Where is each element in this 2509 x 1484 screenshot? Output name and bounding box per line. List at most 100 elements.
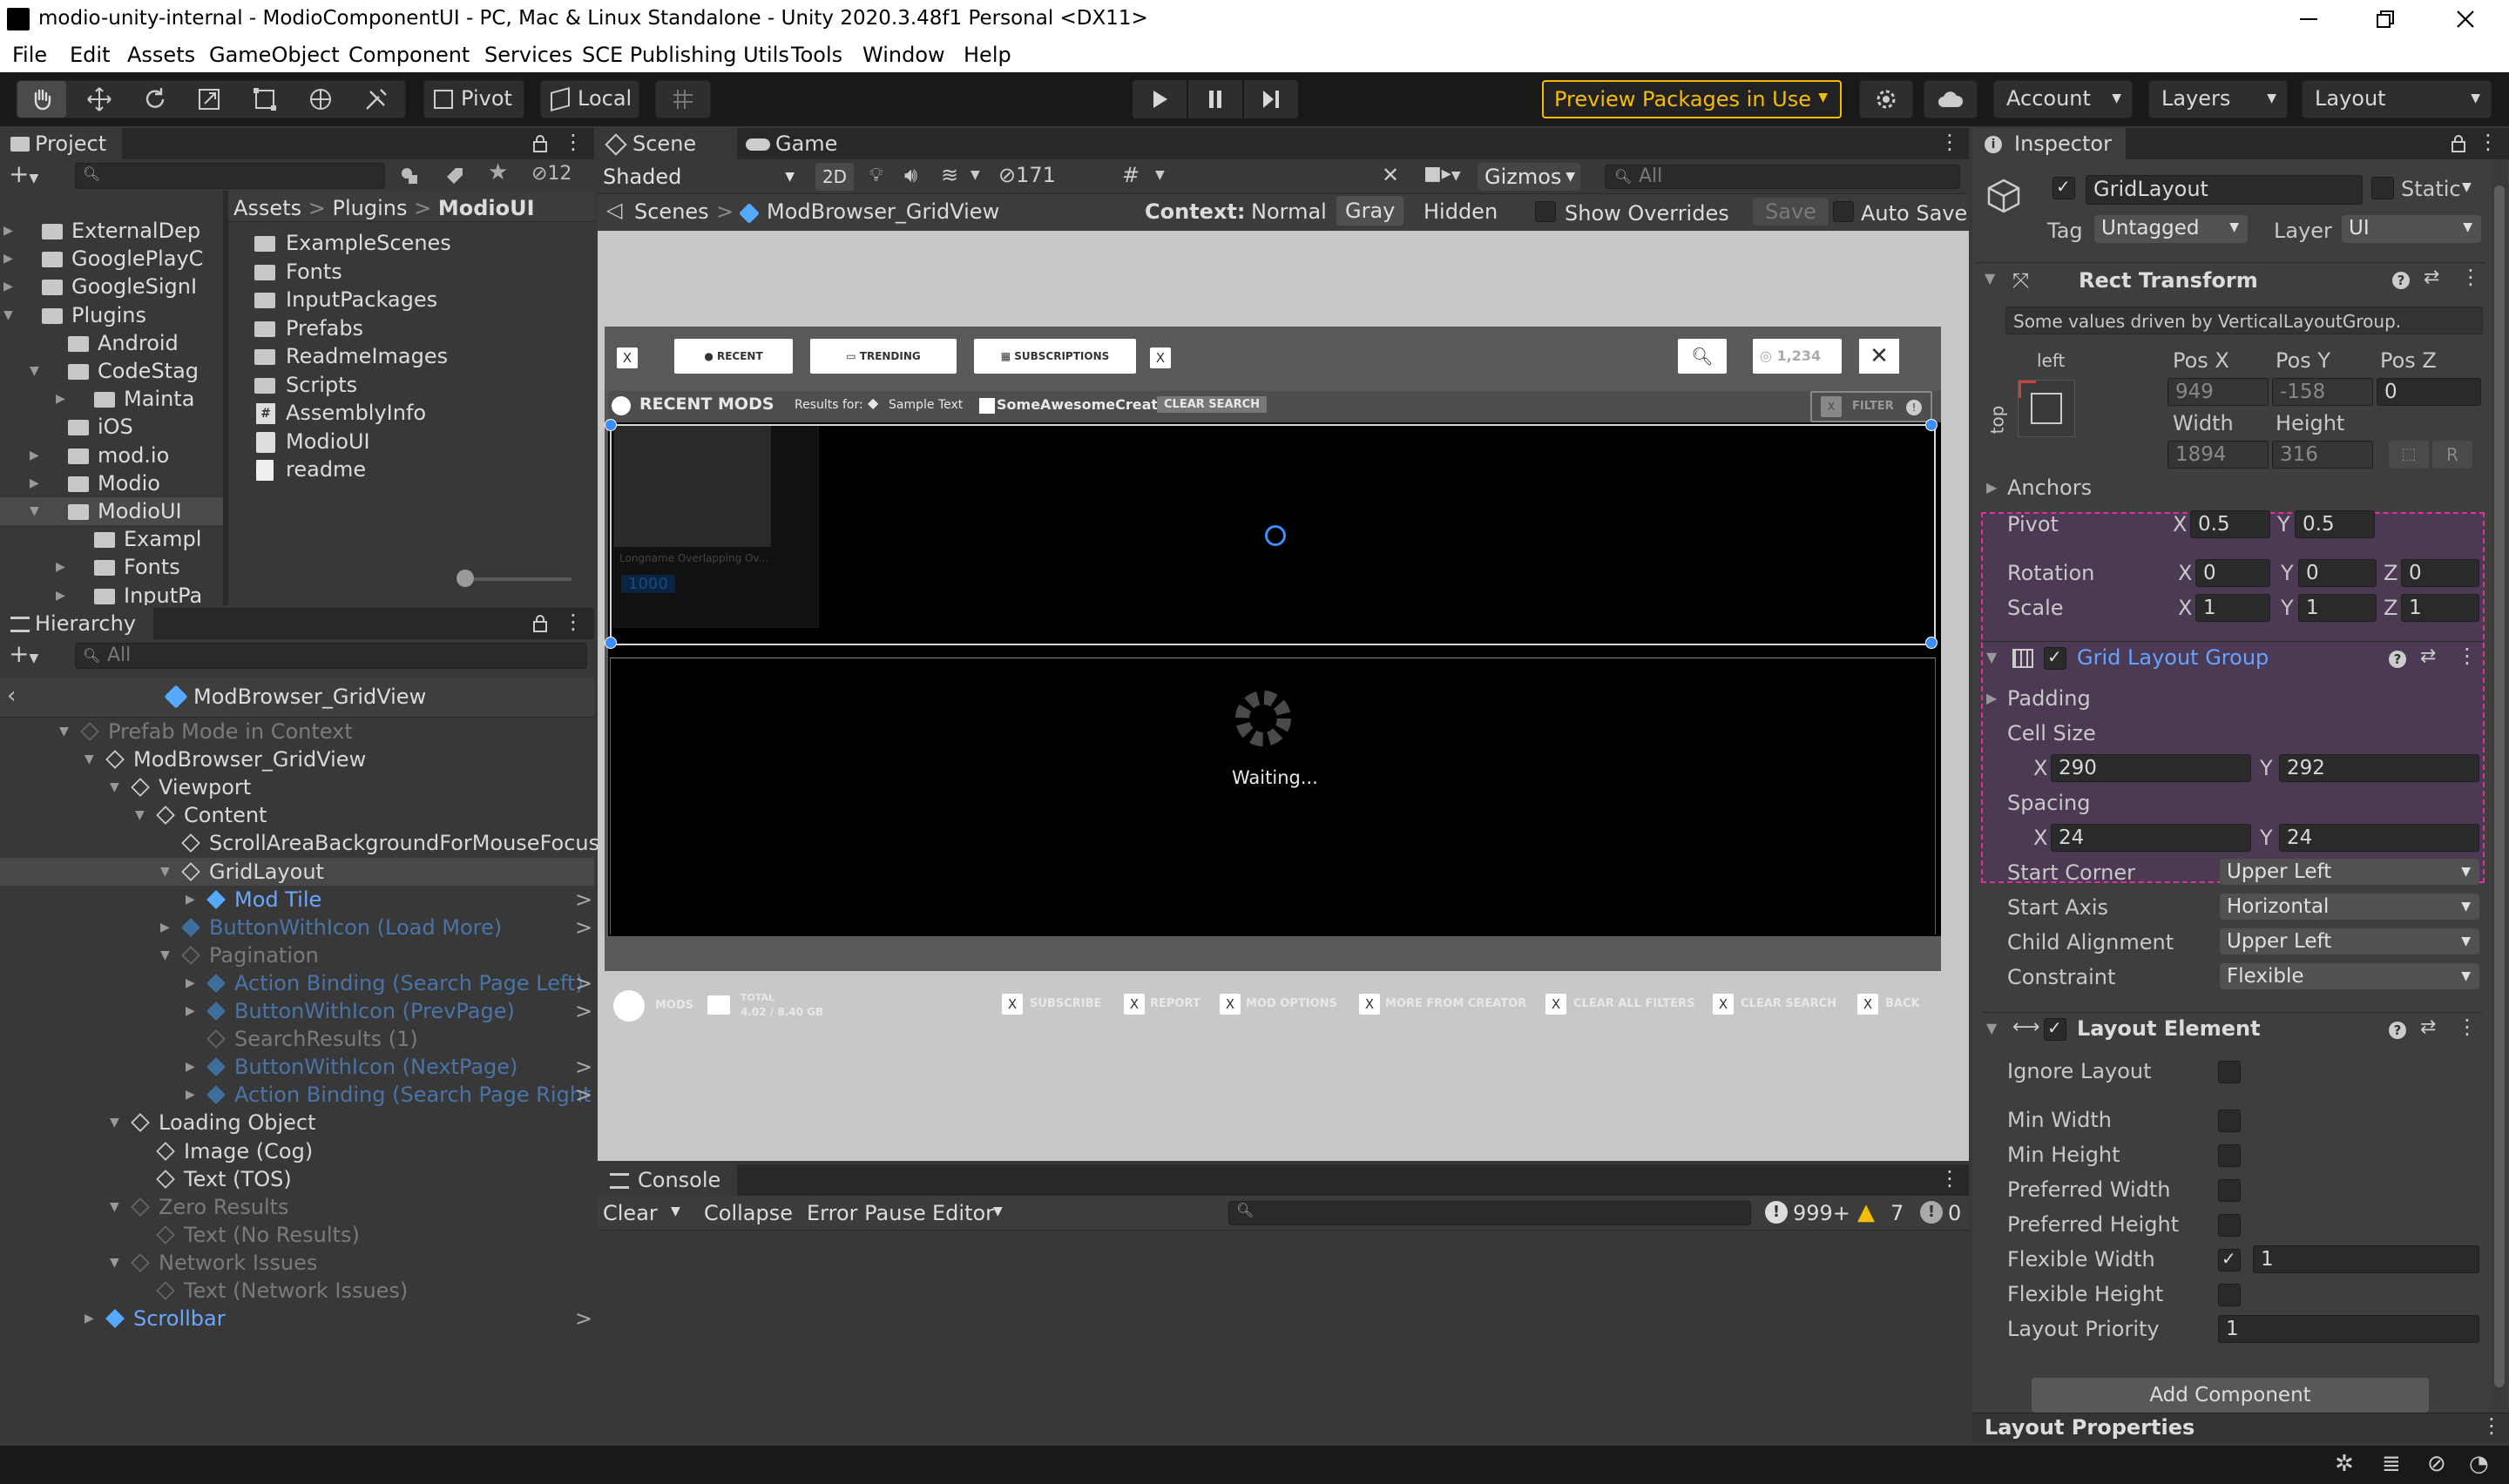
foldout-closed-icon[interactable]: ▶: [186, 1053, 195, 1081]
clear-search-action[interactable]: CLEAR SEARCH: [1741, 997, 1836, 1010]
subscribe-action[interactable]: SUBSCRIBE: [1030, 997, 1101, 1010]
presets-icon[interactable]: ⇄: [2420, 1016, 2436, 1038]
transform-tool-icon[interactable]: [296, 81, 345, 118]
restore-icon[interactable]: [2368, 5, 2403, 33]
foldout-open-icon[interactable]: ▼: [110, 1249, 119, 1277]
hierarchy-row[interactable]: ▶ Scrollbar >: [0, 1305, 594, 1332]
blueprint-mode-button[interactable]: ⬚: [2389, 441, 2429, 469]
help-icon[interactable]: ?: [2392, 272, 2410, 289]
account-dropdown[interactable]: Account ▼: [1993, 80, 2133, 118]
foldout-arrow-icon[interactable]: ▶: [1986, 479, 1997, 496]
selection-rect[interactable]: [610, 424, 1936, 645]
foldout-open-icon[interactable]: ▼: [110, 1193, 119, 1221]
foldout-closed-icon[interactable]: ▶: [56, 553, 65, 581]
x-button[interactable]: X: [1545, 994, 1566, 1015]
custom-tool-icon[interactable]: [352, 81, 401, 118]
open-prefab-chevron-icon[interactable]: >: [575, 1053, 592, 1081]
rect-tool-icon[interactable]: [240, 81, 289, 118]
foldout-closed-icon[interactable]: ▶: [3, 245, 13, 273]
console-editor-dropdown[interactable]: Editor: [932, 1201, 994, 1225]
icon-size-slider[interactable]: [456, 570, 571, 587]
foldout-open-icon[interactable]: ▼: [110, 773, 119, 801]
menu-assets[interactable]: Assets: [127, 43, 195, 67]
pause-button[interactable]: [1188, 80, 1242, 118]
open-prefab-chevron-icon[interactable]: >: [575, 914, 592, 941]
foldout-open-icon[interactable]: ▼: [59, 718, 69, 745]
presets-icon[interactable]: ⇄: [2420, 645, 2436, 667]
scale-z-field[interactable]: 1: [2401, 594, 2479, 622]
more-options-icon[interactable]: ⋮: [2457, 1015, 2478, 1039]
breadcrumb-plugins[interactable]: Plugins: [333, 196, 408, 220]
project-tree-row[interactable]: ▼ ModioUI: [0, 497, 223, 525]
layer-dropdown[interactable]: UI ▼: [2342, 215, 2481, 243]
hierarchy-row[interactable]: ▼ Prefab Mode in Context: [0, 718, 594, 745]
layout-priority-field[interactable]: 1: [2218, 1315, 2479, 1343]
hierarchy-row[interactable]: SearchResults (1): [0, 1025, 594, 1053]
hierarchy-row[interactable]: Text (Network Issues): [0, 1277, 594, 1305]
foldout-open-icon[interactable]: ▼: [3, 301, 13, 329]
foldout-arrow-icon[interactable]: ▶: [1986, 690, 1997, 706]
minimize-icon[interactable]: [2291, 5, 2326, 33]
more-options-icon[interactable]: ⋮: [563, 130, 584, 154]
grid-icon[interactable]: #: [1122, 163, 1140, 187]
min-height-checkbox[interactable]: [2218, 1144, 2241, 1167]
lock-icon[interactable]: [528, 611, 552, 636]
hierarchy-row[interactable]: ▼ Viewport: [0, 773, 594, 801]
ignore-layout-checkbox[interactable]: [2218, 1061, 2241, 1083]
hierarchy-row[interactable]: ▶ Action Binding (Search Page Left) >: [0, 969, 594, 997]
rect-transform-header[interactable]: ▼ ⤧ Rect Transform ? ⇄ ⋮: [1976, 262, 2485, 297]
clear-all-filters-action[interactable]: CLEAR ALL FILTERS: [1573, 997, 1694, 1010]
hidden-packages-icon[interactable]: ⊘12: [531, 163, 571, 185]
chevron-down-icon[interactable]: ▼: [2462, 180, 2472, 194]
lock-icon[interactable]: [2446, 132, 2471, 156]
audio-icon[interactable]: 🔊︎: [904, 163, 917, 187]
project-search-input[interactable]: 🔍︎: [75, 163, 385, 189]
preferred-height-checkbox[interactable]: [2218, 1214, 2241, 1237]
foldout-closed-icon[interactable]: ▶: [160, 914, 170, 941]
x-button[interactable]: X: [1857, 994, 1878, 1015]
layers-dropdown[interactable]: Layers ▼: [2148, 80, 2288, 118]
layout-element-header[interactable]: ▼ ⟷ ✓ Layout Element ? ⇄ ⋮: [1983, 1012, 2483, 1047]
foldout-closed-icon[interactable]: ▶: [30, 442, 39, 469]
effects-dropdown-icon[interactable]: ▼: [970, 168, 980, 182]
menu-edit[interactable]: Edit: [70, 43, 110, 67]
x-button[interactable]: X: [1150, 347, 1171, 368]
search-by-type-icon[interactable]: [396, 163, 423, 189]
debug-icon[interactable]: ✲: [2335, 1451, 2354, 1477]
menu-gameobject[interactable]: GameObject: [209, 43, 340, 67]
create-button[interactable]: +▼: [9, 159, 38, 188]
presets-icon[interactable]: ⇄: [2424, 266, 2439, 288]
pivot-x-field[interactable]: 0.5: [2190, 510, 2270, 538]
flexible-width-field[interactable]: 1: [2253, 1245, 2479, 1273]
x-button[interactable]: X: [1220, 994, 1241, 1015]
more-options-icon[interactable]: ⋮: [1939, 130, 1960, 154]
selection-handle[interactable]: [1925, 419, 1938, 431]
x-button[interactable]: X: [1124, 994, 1145, 1015]
component-enabled-checkbox[interactable]: ✓: [2044, 1017, 2066, 1041]
constraint-dropdown[interactable]: Flexible ▼: [2220, 963, 2479, 989]
more-options-icon[interactable]: ⋮: [2457, 644, 2478, 668]
x-button[interactable]: X: [1713, 994, 1734, 1015]
gizmos-dropdown[interactable]: Gizmos ▼: [1478, 163, 1580, 191]
context-gray-button[interactable]: Gray: [1336, 196, 1404, 226]
foldout-open-icon[interactable]: ▼: [30, 357, 39, 385]
hierarchy-row[interactable]: ▶ Action Binding (Search Page Right >: [0, 1081, 594, 1109]
foldout-open-icon[interactable]: ▼: [30, 497, 39, 525]
hidden-objects-toggle[interactable]: ⊘171: [998, 163, 1056, 187]
breadcrumb-prefab[interactable]: ModBrowser_GridView: [767, 199, 999, 224]
label-icon[interactable]: [441, 163, 469, 189]
shading-mode-dropdown[interactable]: Shaded ▼: [598, 163, 803, 191]
console-warning-count[interactable]: 7: [1890, 1201, 1904, 1225]
open-prefab-chevron-icon[interactable]: >: [575, 886, 592, 914]
spacing-y-field[interactable]: 24: [2279, 824, 2479, 852]
hierarchy-row[interactable]: ▼ GridLayout: [0, 857, 594, 886]
hierarchy-row[interactable]: ▼ Pagination: [0, 941, 594, 969]
anchors-label[interactable]: Anchors: [2007, 476, 2092, 500]
more-options-icon[interactable]: ⋮: [1939, 1166, 1960, 1191]
project-tree-row[interactable]: ▼ CodeStag: [0, 357, 223, 385]
context-hidden-button[interactable]: Hidden: [1424, 199, 1498, 224]
auto-save-checkbox[interactable]: [1833, 201, 1854, 222]
console-clear-button[interactable]: Clear: [603, 1201, 658, 1225]
console-info-count[interactable]: 999+: [1793, 1201, 1850, 1225]
tag-dropdown[interactable]: Untagged ▼: [2094, 215, 2248, 243]
